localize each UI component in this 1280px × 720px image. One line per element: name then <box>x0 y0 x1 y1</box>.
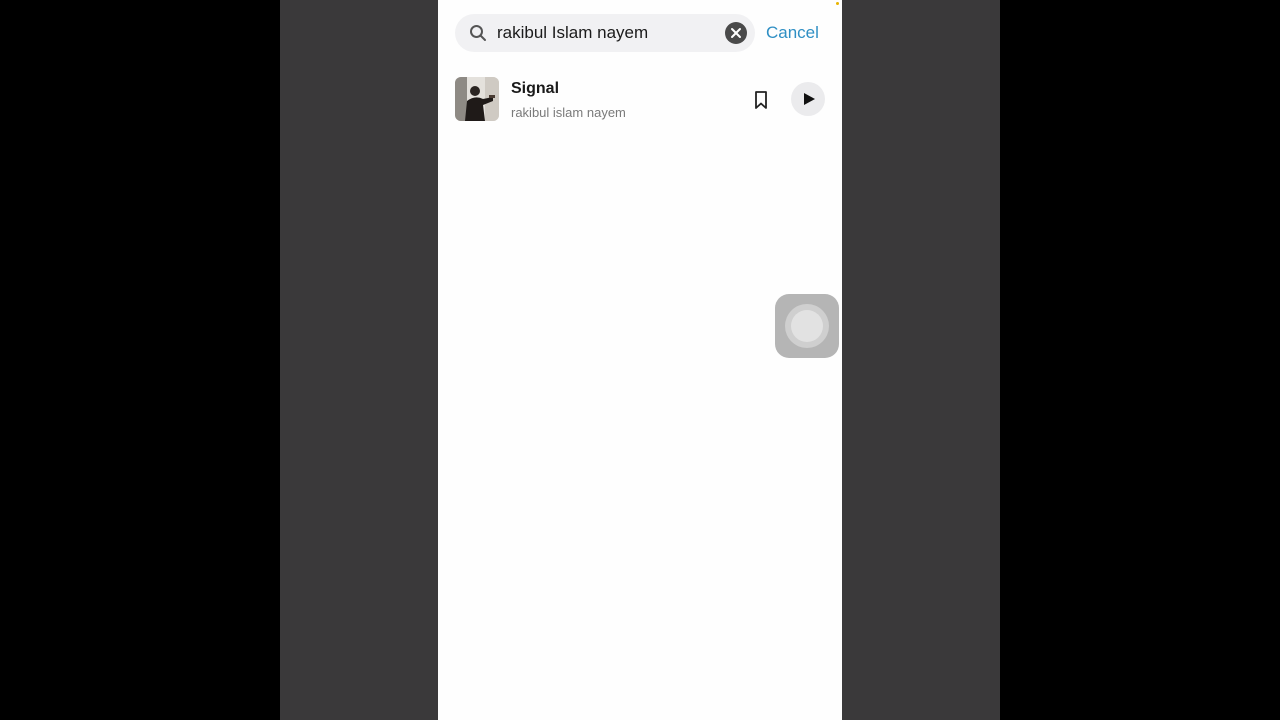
track-artist: rakibul islam nayem <box>511 105 626 120</box>
status-indicator-dot <box>836 2 839 5</box>
track-thumbnail <box>455 77 499 121</box>
right-letterbox <box>842 0 1000 720</box>
bookmark-button[interactable] <box>753 90 769 110</box>
assistive-touch-button[interactable] <box>775 294 839 358</box>
assistive-touch-inner-ring <box>791 310 823 342</box>
search-bar[interactable] <box>455 14 755 52</box>
search-result-row[interactable]: Signal rakibul islam nayem <box>455 76 827 124</box>
track-title: Signal <box>511 80 560 97</box>
cancel-button[interactable]: Cancel <box>766 20 819 46</box>
search-icon <box>470 25 486 41</box>
album-art-image <box>455 77 499 121</box>
play-button[interactable] <box>791 82 825 116</box>
search-input[interactable] <box>497 14 717 52</box>
play-icon <box>804 93 815 105</box>
bookmark-icon <box>755 91 767 109</box>
close-icon <box>731 28 741 38</box>
left-letterbox <box>280 0 438 720</box>
video-frame: Cancel Signal rakibul islam nayem <box>0 0 1280 720</box>
clear-search-button[interactable] <box>725 22 747 44</box>
